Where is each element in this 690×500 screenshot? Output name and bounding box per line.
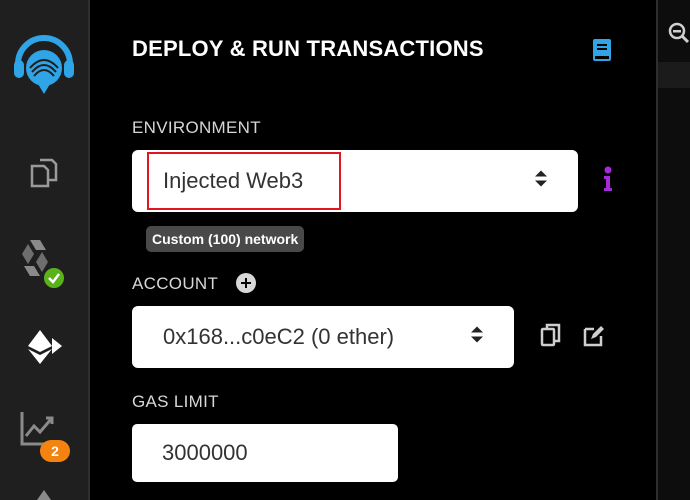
deploy-run-panel: DEPLOY & RUN TRANSACTIONS ENVIRONMENT In… <box>90 0 656 500</box>
network-badge: Custom (100) network <box>146 226 305 252</box>
account-label: ACCOUNT <box>132 274 219 293</box>
panel-title: DEPLOY & RUN TRANSACTIONS <box>132 36 484 61</box>
icon-sidebar: 2 <box>0 0 88 500</box>
copy-account-icon[interactable] <box>540 323 562 352</box>
analysis-count-badge: 2 <box>40 440 70 462</box>
environment-select[interactable]: Injected Web3 <box>132 150 578 212</box>
more-icon[interactable] <box>0 484 88 500</box>
gas-limit-label: GAS LIMIT <box>132 392 219 411</box>
zoom-out-icon[interactable] <box>668 22 690 49</box>
environment-label: ENVIRONMENT <box>132 118 261 137</box>
file-explorer-icon[interactable] <box>0 150 88 194</box>
sign-message-icon[interactable] <box>582 324 606 353</box>
environment-value: Injected Web3 <box>163 168 304 193</box>
info-icon[interactable] <box>602 166 614 197</box>
solidity-compiler-icon[interactable] <box>0 232 88 292</box>
documentation-book-icon[interactable] <box>592 38 612 67</box>
remix-ide: 2 DEPLOY & RUN TRANSACTIONS ENVIRONMENT … <box>0 0 690 500</box>
editor-tab-bar <box>658 62 690 88</box>
account-select[interactable]: 0x168...c0eC2 (0 ether) <box>132 306 514 368</box>
editor-area <box>658 0 690 500</box>
gas-limit-input[interactable]: 3000000 <box>132 424 398 482</box>
deploy-run-icon[interactable] <box>0 322 88 370</box>
compiled-check-icon <box>42 266 66 290</box>
analysis-icon[interactable]: 2 <box>0 408 88 466</box>
select-arrows-icon <box>534 169 548 194</box>
add-account-icon[interactable] <box>236 273 256 293</box>
select-arrows-icon <box>470 325 484 350</box>
account-value: 0x168...c0eC2 (0 ether) <box>163 324 395 349</box>
remix-logo-icon[interactable] <box>0 28 88 100</box>
